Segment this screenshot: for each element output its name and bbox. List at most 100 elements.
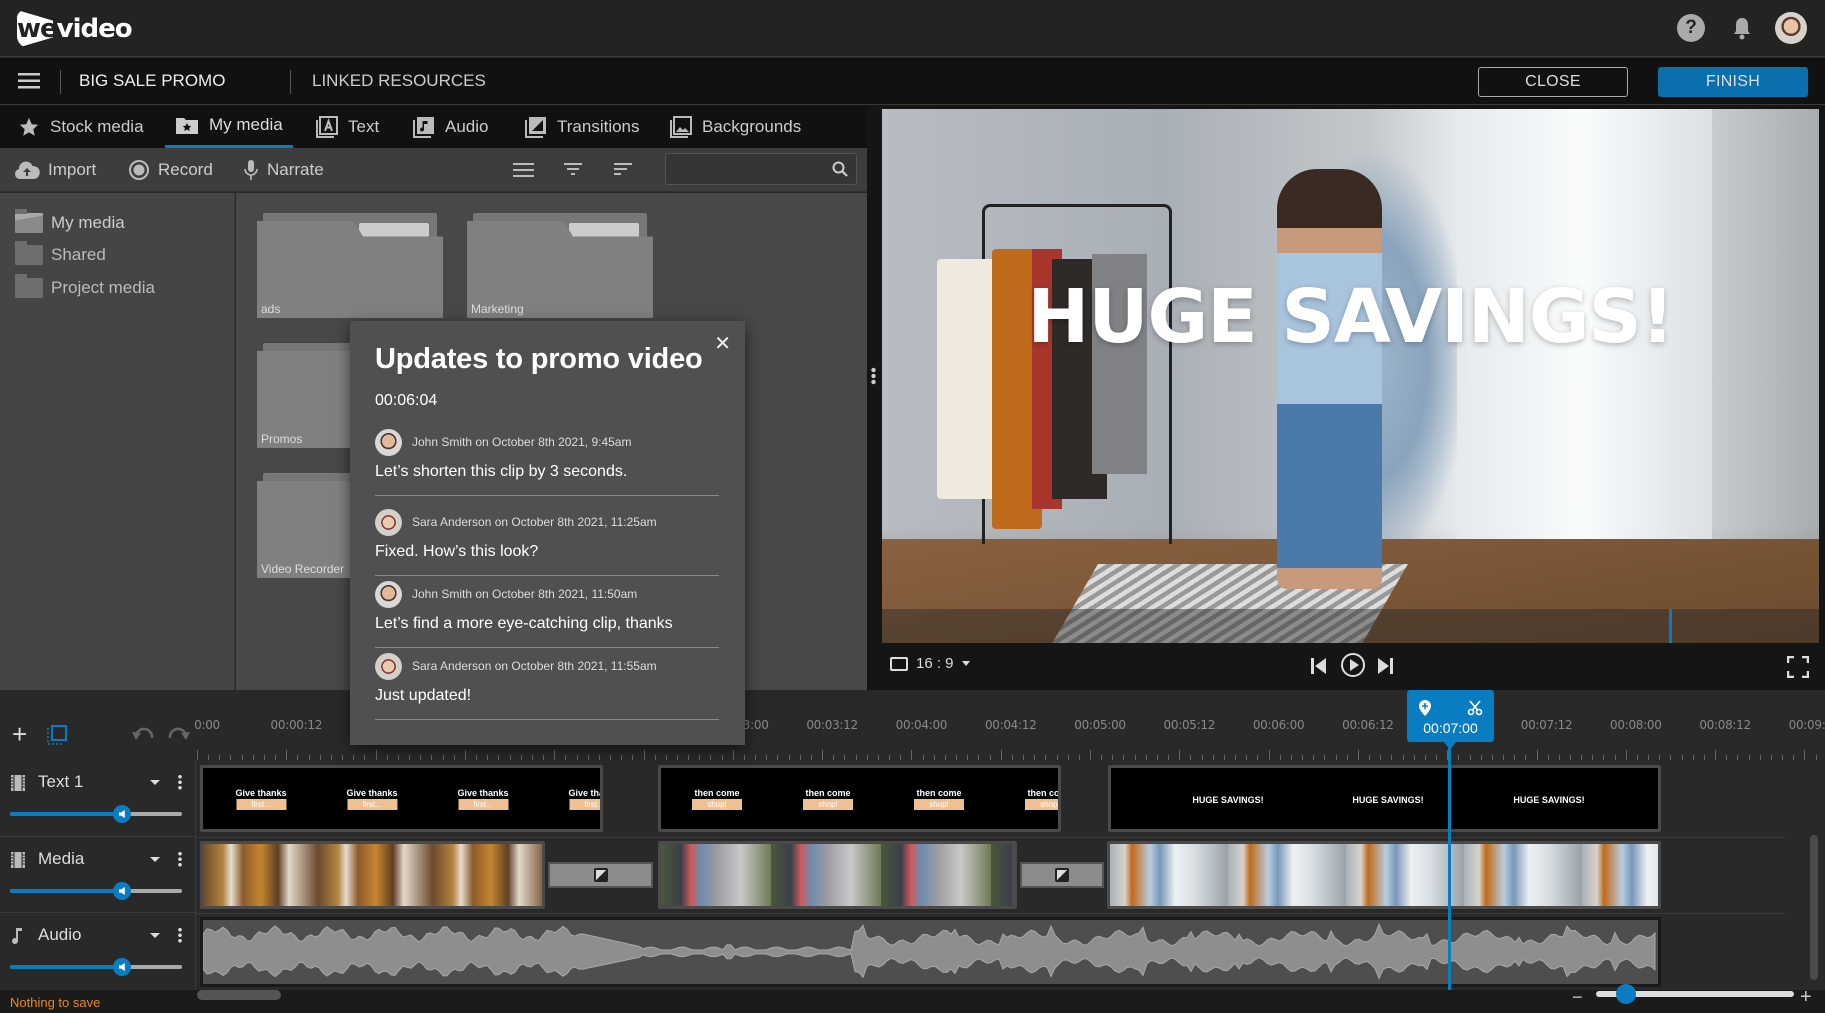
record-button[interactable]: Record <box>128 148 213 192</box>
more-options-icon[interactable] <box>178 774 182 790</box>
filter-icon[interactable] <box>563 162 583 178</box>
ruler-tick <box>1112 755 1114 760</box>
more-options-icon[interactable] <box>178 927 182 943</box>
transition-clip[interactable] <box>548 862 653 888</box>
folder-icon <box>15 241 43 265</box>
hamburger-menu-icon[interactable] <box>18 73 40 89</box>
volume-icon[interactable] <box>112 805 131 823</box>
track-dropdown-icon[interactable] <box>150 857 160 862</box>
ruler-tick <box>1235 755 1237 760</box>
ruler-tick <box>1525 755 1527 760</box>
list-view-icon[interactable] <box>513 163 534 177</box>
scissors-icon[interactable] <box>1467 700 1483 716</box>
ruler-tick <box>1011 755 1013 760</box>
media-clip-food[interactable] <box>200 841 545 909</box>
skip-back-icon[interactable] <box>1310 656 1328 676</box>
more-options-icon[interactable] <box>178 851 182 867</box>
ruler-tick <box>1636 755 1638 760</box>
track-name[interactable]: Text 1 <box>38 772 83 792</box>
media-clip-shopping[interactable] <box>658 841 1017 909</box>
ruler-tick <box>1614 755 1616 760</box>
tab-stock-media[interactable]: Stock media <box>8 105 154 148</box>
snap-icon[interactable] <box>46 724 68 746</box>
ruler-tick <box>833 755 835 760</box>
undo-icon[interactable] <box>132 726 156 742</box>
narrate-button[interactable]: Narrate <box>243 148 324 192</box>
zoom-in-icon[interactable]: + <box>1800 986 1812 1009</box>
bell-icon[interactable] <box>1728 14 1756 42</box>
playhead-marker[interactable]: 00:07:00 <box>1407 690 1494 750</box>
help-icon[interactable]: ? <box>1677 14 1705 42</box>
track-dropdown-icon[interactable] <box>150 780 160 785</box>
sidebar-item-shared[interactable]: Shared <box>15 241 106 265</box>
tab-transitions[interactable]: Transitions <box>515 105 650 148</box>
ruler-tick <box>241 755 243 760</box>
search-icon[interactable] <box>832 161 848 177</box>
tab-text[interactable]: Text <box>306 105 389 148</box>
tab-audio[interactable]: Audio <box>403 105 498 148</box>
wevideo-logo[interactable]: wevideo <box>17 10 133 48</box>
sidebar-item-my-media[interactable]: My media <box>15 209 125 233</box>
ruler-tick <box>732 750 734 760</box>
sidebar-item-project-media[interactable]: Project media <box>15 274 155 298</box>
linked-resources-link[interactable]: LINKED RESOURCES <box>312 71 486 91</box>
playhead-line[interactable] <box>1448 748 1451 990</box>
ruler-tick <box>1324 755 1326 760</box>
fullscreen-icon[interactable] <box>1787 656 1809 678</box>
add-track-icon[interactable]: + <box>12 721 27 747</box>
text-clip-then-come-shop[interactable]: then come shop! then come shop! then come s… <box>658 765 1061 832</box>
aspect-ratio-dropdown[interactable]: 16 : 9 <box>890 655 970 672</box>
close-button[interactable]: CLOSE <box>1478 67 1628 97</box>
finish-button[interactable]: FINISH <box>1658 67 1808 97</box>
track-volume-slider[interactable] <box>10 805 182 823</box>
ruler-tick <box>1056 755 1058 760</box>
waveform-shape <box>203 922 1656 980</box>
text-clip-huge-savings[interactable]: HUGE SAVINGS! HUGE SAVINGS! HUGE SAVINGS… <box>1108 765 1661 832</box>
logo-text: wevideo <box>17 14 133 44</box>
track-volume-slider[interactable] <box>10 958 182 976</box>
search-field[interactable] <box>665 153 857 185</box>
top-bar: wevideo ? <box>0 0 1825 57</box>
play-icon[interactable] <box>1340 652 1366 678</box>
track-dropdown-icon[interactable] <box>150 933 160 938</box>
folder-marketing[interactable]: Marketing <box>467 213 653 318</box>
tab-my-media[interactable]: My media <box>165 105 293 148</box>
zoom-out-icon[interactable]: − <box>1572 987 1583 1008</box>
zoom-slider-knob[interactable] <box>1615 984 1636 1004</box>
track-name[interactable]: Audio <box>38 925 81 945</box>
clip-text: Give thanks <box>457 788 509 798</box>
tab-backgrounds[interactable]: Backgrounds <box>660 105 811 148</box>
import-button[interactable]: Import <box>14 148 96 192</box>
user-avatar[interactable] <box>1775 12 1807 44</box>
timeline-vertical-scrollbar[interactable] <box>1810 835 1818 980</box>
media-clip-huge-savings[interactable] <box>1107 841 1661 909</box>
volume-icon[interactable] <box>112 958 131 976</box>
panel-resize-handle[interactable] <box>867 105 880 690</box>
ruler-tick <box>1748 755 1750 760</box>
text-clip-give-thanks[interactable]: Give thanks first... Give thanks first... … <box>200 765 603 832</box>
scrubber-head[interactable] <box>1669 609 1673 643</box>
volume-icon[interactable] <box>112 882 131 900</box>
comment-timestamp[interactable]: 00:06:04 <box>375 392 437 410</box>
overlay-text[interactable]: HUGE SAVINGS! <box>882 274 1819 360</box>
timeline-zoom-slider[interactable] <box>1596 984 1794 1004</box>
skip-forward-icon[interactable] <box>1376 656 1394 676</box>
ruler-tick <box>766 755 768 760</box>
audio-clip[interactable] <box>200 917 1661 987</box>
ruler-tick <box>375 750 377 760</box>
track-name[interactable]: Media <box>38 849 84 869</box>
timeline-horizontal-scrollbar[interactable] <box>197 990 281 1000</box>
ruler-tick <box>967 755 969 760</box>
folder-ads[interactable]: ads <box>257 213 443 318</box>
video-frame[interactable]: HUGE SAVINGS! <box>882 109 1819 643</box>
project-title[interactable]: BIG SALE PROMO <box>79 71 225 91</box>
preview-scrubber[interactable] <box>882 609 1819 643</box>
redo-icon[interactable] <box>166 726 190 742</box>
search-input[interactable] <box>666 154 816 184</box>
sort-icon[interactable] <box>613 162 633 178</box>
transition-clip[interactable] <box>1020 862 1104 888</box>
ruler-tick <box>855 755 857 760</box>
close-icon[interactable]: ✕ <box>714 331 731 356</box>
add-marker-icon[interactable] <box>1419 700 1431 716</box>
track-volume-slider[interactable] <box>10 882 182 900</box>
